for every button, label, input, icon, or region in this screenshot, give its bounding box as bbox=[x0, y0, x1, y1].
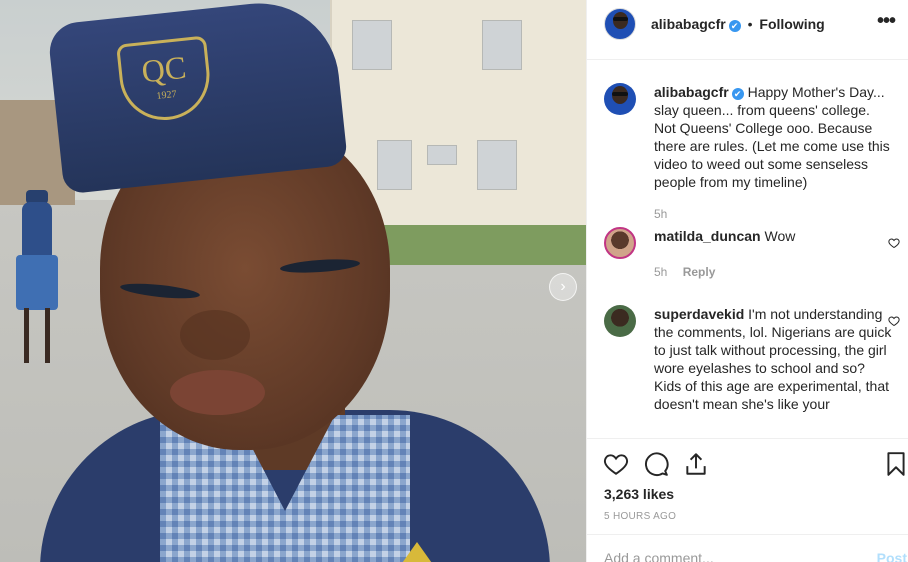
verified-badge-icon: ✔ bbox=[731, 88, 744, 100]
post-comment-button[interactable]: Post bbox=[877, 550, 907, 562]
girl-portrait: QC 1927 bbox=[40, 0, 550, 562]
commenter-avatar[interactable] bbox=[604, 227, 636, 259]
post-sidebar: alibabagcfr ✔ • Following ••• alibabagcfr… bbox=[586, 0, 908, 562]
comment-username[interactable]: superdavekid bbox=[654, 306, 744, 322]
comment-time: 5h bbox=[654, 265, 668, 279]
comment-icon[interactable] bbox=[643, 451, 669, 477]
heart-icon[interactable] bbox=[603, 451, 629, 477]
author-username[interactable]: alibabagcfr bbox=[651, 16, 726, 32]
comment-text: Wow bbox=[764, 228, 796, 244]
add-comment-bar: Add a comment... Post bbox=[587, 534, 908, 562]
author-avatar[interactable] bbox=[604, 8, 636, 40]
comment-heart-icon[interactable] bbox=[888, 237, 900, 249]
caption-username[interactable]: alibabagcfr bbox=[654, 84, 729, 100]
following-button[interactable]: Following bbox=[759, 16, 824, 32]
next-media-button[interactable]: › bbox=[549, 273, 577, 301]
caption-time: 5h bbox=[654, 207, 668, 221]
post-media[interactable]: QC 1927 › bbox=[0, 0, 586, 562]
comments-list[interactable]: alibabagcfr ✔ Happy Mother's Day... slay … bbox=[587, 61, 908, 438]
author-avatar[interactable] bbox=[604, 83, 636, 115]
post-timestamp: 5 HOURS AGO bbox=[604, 511, 677, 522]
reply-button[interactable]: Reply bbox=[683, 265, 716, 279]
likes-count[interactable]: 3,263 likes bbox=[604, 486, 674, 502]
bookmark-icon[interactable] bbox=[883, 451, 908, 477]
comment-username[interactable]: matilda_duncan bbox=[654, 228, 761, 244]
verified-badge-icon: ✔ bbox=[728, 20, 741, 32]
separator-dot: • bbox=[747, 16, 753, 32]
share-icon[interactable] bbox=[683, 451, 709, 477]
chevron-right-icon: › bbox=[560, 278, 566, 295]
commenter-avatar[interactable] bbox=[604, 305, 636, 337]
post-actions: 3,263 likes 5 HOURS AGO Add a comment...… bbox=[587, 438, 908, 562]
post-header: alibabagcfr ✔ • Following ••• bbox=[587, 0, 908, 60]
comment-input[interactable]: Add a comment... bbox=[604, 550, 714, 562]
more-options-icon[interactable]: ••• bbox=[877, 10, 896, 33]
comment-heart-icon[interactable] bbox=[888, 315, 900, 327]
